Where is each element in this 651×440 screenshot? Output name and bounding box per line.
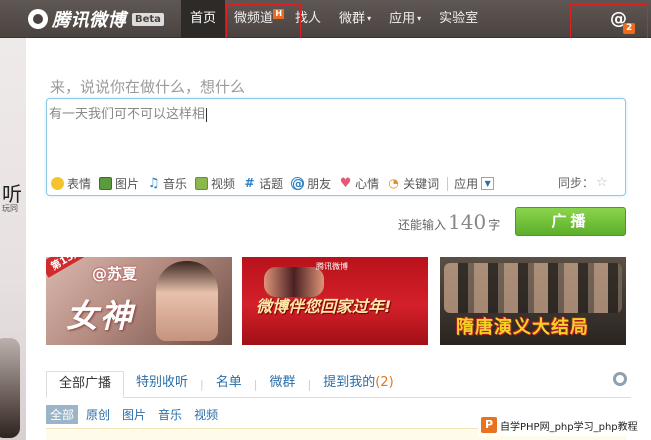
filter-original[interactable]: 原创 (82, 405, 114, 424)
qq-logo-icon (28, 9, 48, 29)
banner-drama[interactable]: 隋唐演义大结局 (440, 257, 626, 345)
mentions-tab-count: (2) (375, 375, 394, 390)
main-panel: 来，说说你在做什么，想什么 有一天我们可不可以这样相 表情 图片 ♫ 音乐 视频 … (26, 38, 651, 440)
heart-icon: ♥ (339, 176, 352, 191)
banner-photo (444, 263, 622, 313)
beta-badge: Beta (132, 12, 164, 26)
smile-icon (51, 177, 64, 190)
composer-prompt: 来，说说你在做什么，想什么 (50, 78, 246, 96)
banner-logo: 腾讯微博 (316, 262, 348, 271)
mood-button[interactable]: ♥ 心情 (339, 175, 379, 192)
topic-button[interactable]: # 话题 (243, 175, 284, 192)
at-icon: @ (291, 177, 305, 191)
banner-goddess[interactable]: 第15期 @苏夏 女神 (46, 257, 232, 345)
watermark-logo: P (481, 417, 497, 433)
banner-name: @苏夏 (92, 265, 138, 283)
tab-groups[interactable]: 微群 (257, 371, 307, 397)
banner-photo (156, 261, 218, 341)
text-cursor (206, 107, 208, 122)
feed-filters: 全部 原创 图片 音乐 视频 (46, 405, 226, 424)
friends-button[interactable]: @ 朋友 (291, 175, 331, 192)
hashtag-icon: # (244, 176, 255, 190)
star-icon: ☆ (596, 175, 608, 190)
nav-home[interactable]: 首页 (181, 0, 226, 38)
nav-groups[interactable]: 微群 ▾ (330, 0, 380, 38)
banner-title: 女神 (66, 297, 135, 335)
filter-video[interactable]: 视频 (190, 405, 222, 424)
char-counter: 还能输入 140 字 (398, 210, 501, 234)
watermark-text: 自学PHP网_php学习_php教程 (500, 421, 638, 433)
keyword-button[interactable]: ◔ 关键词 (387, 175, 439, 192)
left-background-strip: 听 玩同 (0, 38, 26, 440)
sync-option[interactable]: 同步： ☆ (558, 174, 608, 191)
tab-lists[interactable]: 名单 (204, 371, 254, 397)
nav-lab[interactable]: 实验室 (430, 0, 487, 38)
tab-all[interactable]: 全部广播 (46, 371, 125, 398)
emoji-button[interactable]: 表情 (51, 175, 91, 192)
feed-tabs: 全部广播 特别收听 | 名单 | 微群 | 提到我的(2) (46, 371, 631, 398)
post-textarea[interactable]: 有一天我们可不可以这样相 (49, 103, 208, 122)
chevron-down-icon: ▼ (481, 177, 495, 190)
filter-all[interactable]: 全部 (46, 405, 79, 424)
music-note-icon: ♫ (147, 176, 160, 191)
gear-icon[interactable] (613, 372, 627, 386)
rss-icon: ◔ (388, 176, 399, 190)
logo-text: 腾讯微博 (52, 10, 126, 31)
banner-title: 微博伴您回家过年! (256, 297, 392, 316)
video-icon (195, 177, 209, 190)
apps-dropdown[interactable]: 应用 ▼ (454, 175, 495, 192)
image-icon (99, 177, 113, 190)
nav-apps[interactable]: 应用 ▾ (380, 0, 430, 38)
tab-special-follow[interactable]: 特别收听 (124, 371, 200, 397)
music-button[interactable]: ♫ 音乐 (147, 175, 187, 192)
left-strip-photo (0, 338, 20, 438)
filter-images[interactable]: 图片 (118, 405, 150, 424)
site-watermark: P 自学PHP网_php学习_php教程 (478, 414, 651, 436)
char-count-number: 140 (448, 210, 487, 234)
broadcast-button[interactable]: 广播 (515, 207, 626, 236)
tab-mentions[interactable]: 提到我的(2) (311, 371, 405, 397)
toolbar-divider (447, 176, 449, 191)
issue-ribbon: 第15期 (46, 257, 92, 278)
logo[interactable]: 腾讯微博 Beta (28, 8, 164, 31)
banner-title: 隋唐演义大结局 (456, 317, 589, 338)
top-navigation-bar: 腾讯微博 Beta 首页 微频道 H 找人 微群 ▾ 应用 ▾ 实验室 @ 2 (0, 0, 651, 38)
image-button[interactable]: 图片 (99, 175, 139, 192)
chevron-down-icon: ▾ (417, 14, 422, 23)
chevron-down-icon: ▾ (367, 14, 372, 23)
post-composer: 有一天我们可不可以这样相 表情 图片 ♫ 音乐 视频 # 话题 @ 朋友 ♥ 心情 ◔ 关… (46, 98, 626, 196)
composer-toolbar: 表情 图片 ♫ 音乐 视频 # 话题 @ 朋友 ♥ 心情 ◔ 关键词 应用 ▼ (51, 175, 495, 192)
filter-music[interactable]: 音乐 (154, 405, 186, 424)
left-strip-subtext: 玩同 (2, 204, 18, 213)
video-button[interactable]: 视频 (195, 175, 235, 192)
banner-new-year[interactable]: 腾讯微博 微博伴您回家过年! (242, 257, 428, 345)
